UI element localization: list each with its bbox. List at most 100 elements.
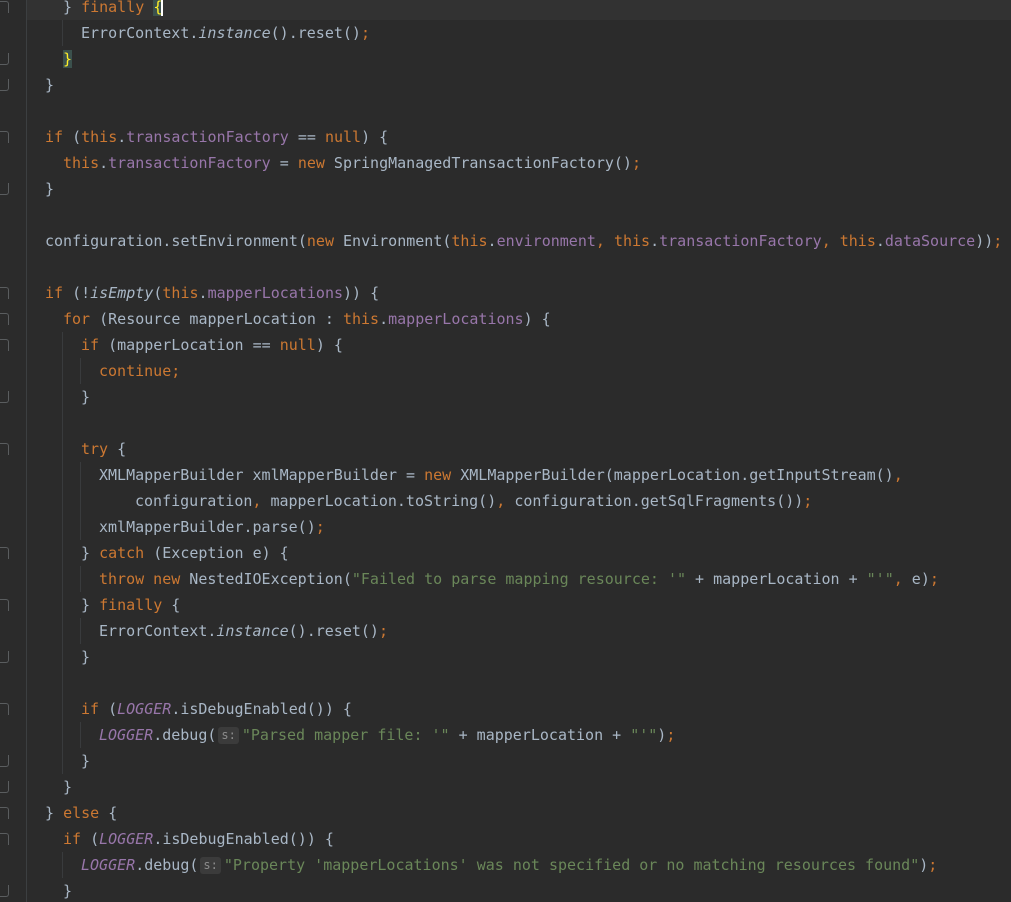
code-content: throw new NestedIOException("Failed to p… bbox=[99, 566, 939, 592]
code-line[interactable]: } finally { bbox=[27, 0, 1011, 20]
code-line[interactable]: configuration.setEnvironment(new Environ… bbox=[27, 228, 1011, 254]
code-token: mapperLocation.toString() bbox=[270, 492, 497, 510]
fold-marker-icon[interactable] bbox=[0, 443, 9, 455]
code-token: { bbox=[99, 804, 118, 822]
code-line[interactable]: LOGGER.debug(s: "Property 'mapperLocation… bbox=[27, 852, 1011, 878]
code-content: } bbox=[81, 748, 90, 774]
code-token: configuration.getSqlFragments()) bbox=[514, 492, 804, 510]
code-token: xmlMapperBuilder.parse() bbox=[99, 518, 316, 536]
code-token: . bbox=[99, 154, 109, 172]
fold-marker-icon[interactable] bbox=[0, 755, 9, 767]
code-line[interactable] bbox=[27, 410, 1011, 436]
code-line[interactable]: for (Resource mapperLocation : this.mapp… bbox=[27, 306, 1011, 332]
parameter-hint: s: bbox=[218, 727, 239, 744]
fold-marker-icon[interactable] bbox=[0, 885, 9, 897]
code-token: } bbox=[45, 804, 64, 822]
code-token: ; bbox=[315, 518, 325, 536]
code-line[interactable]: throw new NestedIOException("Failed to p… bbox=[27, 566, 1011, 592]
code-line[interactable]: } bbox=[27, 46, 1011, 72]
fold-marker-icon[interactable] bbox=[0, 651, 9, 663]
code-line[interactable]: } bbox=[27, 384, 1011, 410]
code-line[interactable]: } bbox=[27, 774, 1011, 800]
code-content: this.transactionFactory = new SpringMana… bbox=[63, 150, 641, 176]
code-token: ; bbox=[171, 362, 181, 380]
code-area[interactable]: } finally {ErrorContext.instance().reset… bbox=[27, 0, 1011, 902]
fold-marker-icon[interactable] bbox=[0, 287, 9, 299]
fold-marker-icon[interactable] bbox=[0, 807, 9, 819]
code-line[interactable]: ErrorContext.instance().reset(); bbox=[27, 618, 1011, 644]
fold-marker-icon[interactable] bbox=[0, 183, 9, 195]
fold-marker-icon[interactable] bbox=[0, 79, 9, 91]
code-line[interactable]: } bbox=[27, 878, 1011, 902]
code-token: ( bbox=[99, 700, 118, 718]
code-token: new bbox=[297, 154, 325, 172]
code-line[interactable]: } else { bbox=[27, 800, 1011, 826]
code-content: if (!isEmpty(this.mapperLocations)) { bbox=[45, 280, 379, 306]
code-token: } bbox=[45, 76, 55, 94]
code-token: .debug( bbox=[153, 726, 217, 744]
code-line[interactable]: this.transactionFactory = new SpringMana… bbox=[27, 150, 1011, 176]
code-line[interactable]: if (this.transactionFactory == null) { bbox=[27, 124, 1011, 150]
code-token: .isDebugEnabled()) { bbox=[153, 830, 334, 848]
code-line[interactable]: XMLMapperBuilder xmlMapperBuilder = new … bbox=[27, 462, 1011, 488]
indent-guide bbox=[62, 462, 63, 488]
code-line[interactable] bbox=[27, 202, 1011, 228]
text-caret bbox=[161, 0, 164, 16]
code-line[interactable]: if (LOGGER.isDebugEnabled()) { bbox=[27, 696, 1011, 722]
fold-marker-icon[interactable] bbox=[0, 599, 9, 611]
code-line[interactable]: LOGGER.debug(s: "Parsed mapper file: '" +… bbox=[27, 722, 1011, 748]
code-content: } bbox=[63, 878, 72, 902]
code-token: + mapperLocation + bbox=[686, 570, 867, 588]
code-token: this bbox=[342, 310, 380, 328]
code-token: Environment( bbox=[334, 232, 452, 250]
code-content: LOGGER.debug(s: "Property 'mapperLocation… bbox=[81, 852, 937, 878]
code-line[interactable] bbox=[27, 254, 1011, 280]
indent-guide bbox=[80, 618, 81, 644]
code-token: .isDebugEnabled()) { bbox=[171, 700, 352, 718]
code-token: ( bbox=[63, 128, 82, 146]
code-token: } bbox=[81, 544, 100, 562]
fold-marker-icon[interactable] bbox=[0, 131, 9, 143]
code-line[interactable]: } bbox=[27, 644, 1011, 670]
code-line[interactable]: } bbox=[27, 176, 1011, 202]
code-line[interactable]: } finally { bbox=[27, 592, 1011, 618]
code-token: ; bbox=[929, 570, 939, 588]
code-line[interactable]: xmlMapperBuilder.parse(); bbox=[27, 514, 1011, 540]
fold-marker-icon[interactable] bbox=[0, 1, 9, 13]
code-line[interactable]: configuration, mapperLocation.toString()… bbox=[27, 488, 1011, 514]
code-line[interactable]: if (mapperLocation == null) { bbox=[27, 332, 1011, 358]
code-token: (! bbox=[63, 284, 91, 302]
code-token: NestedIOException( bbox=[180, 570, 352, 588]
code-token: } bbox=[63, 882, 73, 900]
fold-marker-icon[interactable] bbox=[0, 703, 9, 715]
code-content: try { bbox=[81, 436, 126, 462]
fold-marker-icon[interactable] bbox=[0, 391, 9, 403]
code-token: } bbox=[81, 752, 91, 770]
code-token: "Property 'mapperLocations' was not spec… bbox=[223, 856, 920, 874]
code-token: (Exception e) { bbox=[144, 544, 289, 562]
code-line[interactable] bbox=[27, 98, 1011, 124]
fold-marker-icon[interactable] bbox=[0, 781, 9, 793]
code-token: { bbox=[108, 440, 127, 458]
fold-marker-icon[interactable] bbox=[0, 833, 9, 845]
code-line[interactable]: if (LOGGER.isDebugEnabled()) { bbox=[27, 826, 1011, 852]
code-line[interactable]: try { bbox=[27, 436, 1011, 462]
code-line[interactable] bbox=[27, 670, 1011, 696]
code-line[interactable]: if (!isEmpty(this.mapperLocations)) { bbox=[27, 280, 1011, 306]
code-line[interactable]: ErrorContext.instance().reset(); bbox=[27, 20, 1011, 46]
code-token: this bbox=[451, 232, 488, 250]
fold-marker-icon[interactable] bbox=[0, 547, 9, 559]
fold-marker-icon[interactable] bbox=[0, 53, 9, 65]
code-token: } bbox=[81, 388, 91, 406]
code-line[interactable]: } catch (Exception e) { bbox=[27, 540, 1011, 566]
code-line[interactable]: } bbox=[27, 748, 1011, 774]
code-editor[interactable]: } finally {ErrorContext.instance().reset… bbox=[0, 0, 1011, 902]
code-line[interactable]: continue; bbox=[27, 358, 1011, 384]
fold-marker-icon[interactable] bbox=[0, 313, 9, 325]
code-content: LOGGER.debug(s: "Parsed mapper file: '" +… bbox=[99, 722, 675, 748]
code-token: . bbox=[379, 310, 389, 328]
indent-guide bbox=[80, 566, 81, 592]
fold-marker-icon[interactable] bbox=[0, 339, 9, 351]
code-token: "Parsed mapper file: '" bbox=[241, 726, 450, 744]
code-line[interactable]: } bbox=[27, 72, 1011, 98]
